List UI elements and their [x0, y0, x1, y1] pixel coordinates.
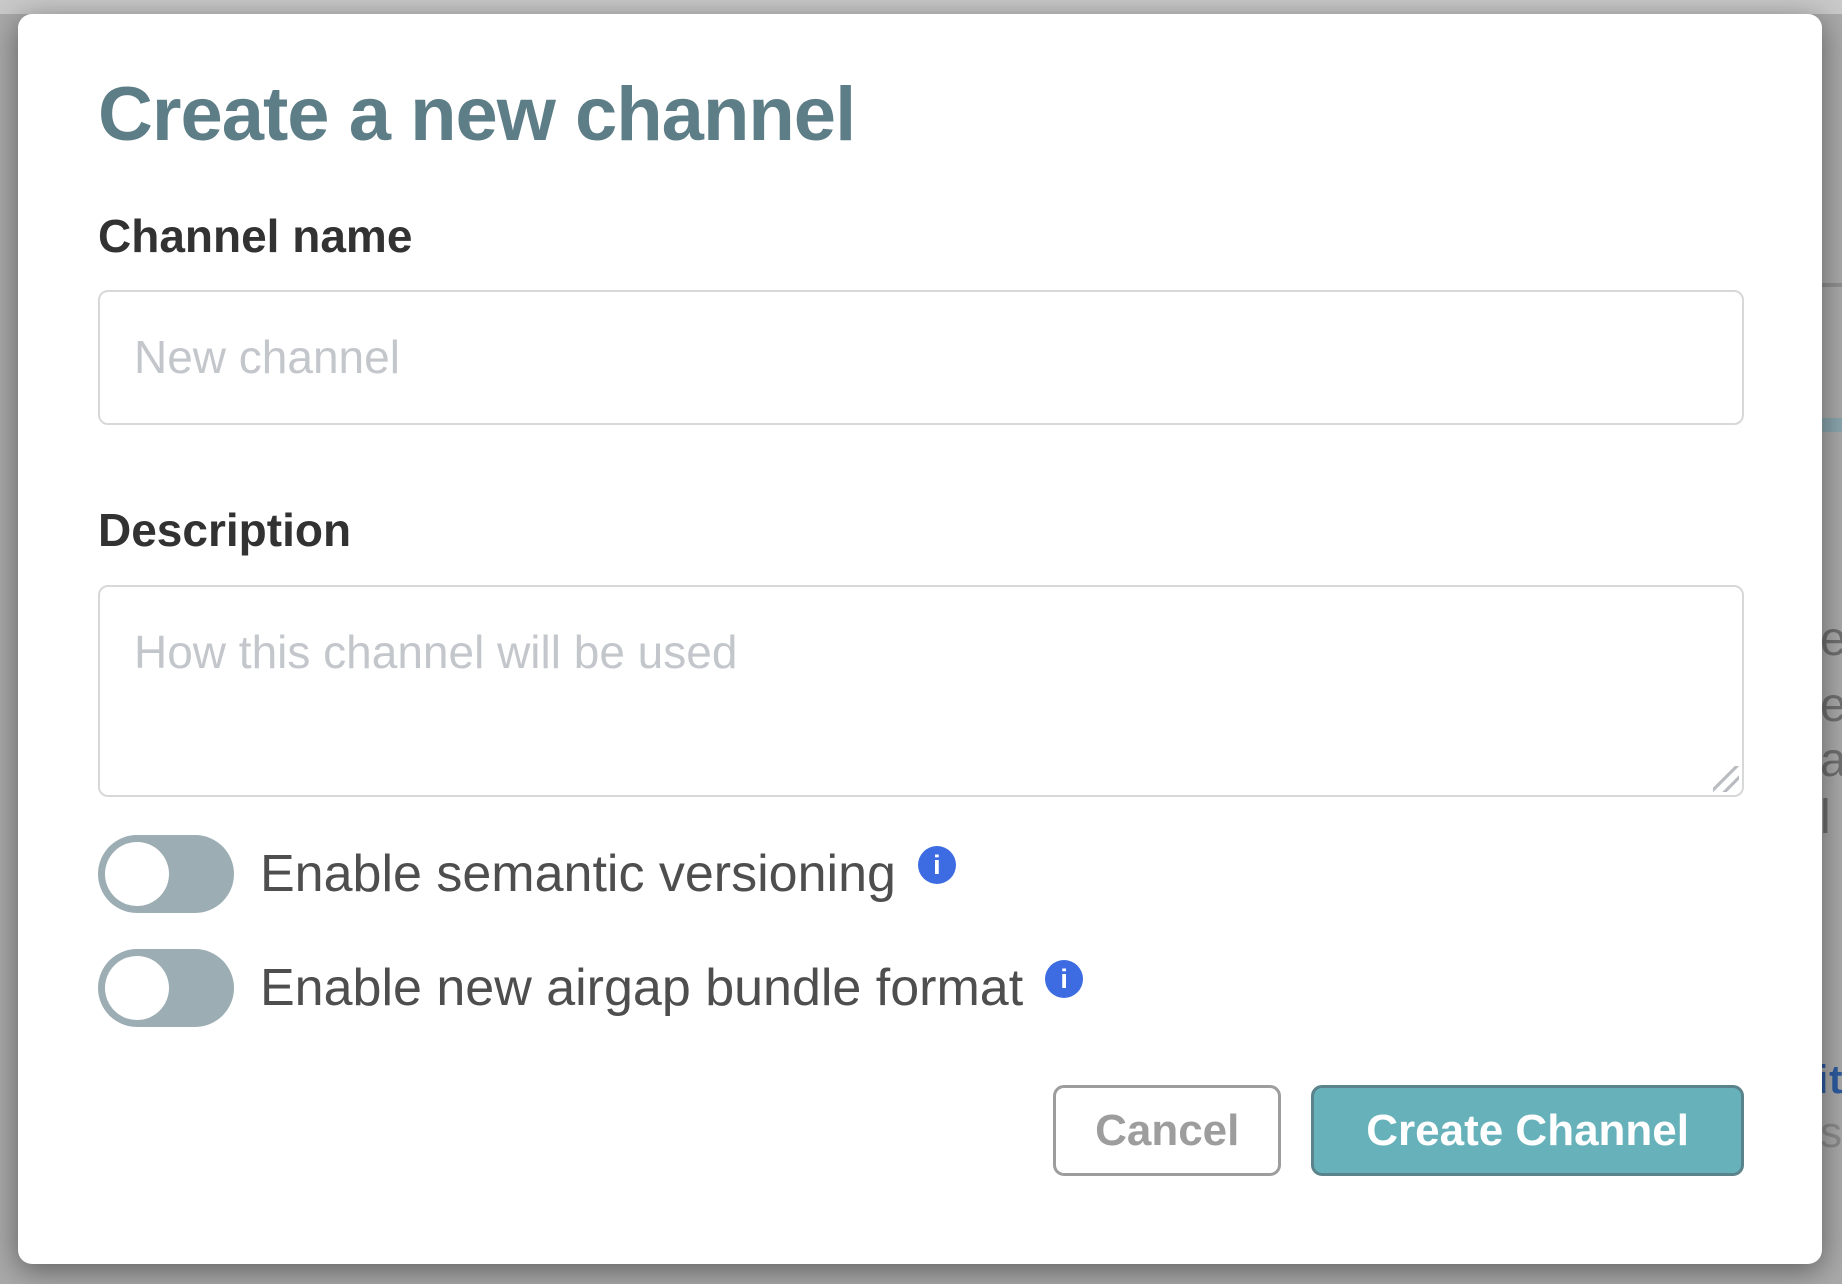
- background-teal-band-fragment: [1820, 418, 1842, 432]
- background-text-fragment: e: [1820, 678, 1842, 733]
- toggle-knob: [105, 956, 169, 1020]
- dimmed-background-top-strip: [0, 0, 1842, 14]
- background-divider-fragment: [1820, 283, 1842, 287]
- description-textarea[interactable]: [98, 585, 1744, 797]
- background-text-fragment: a: [1820, 733, 1842, 788]
- create-channel-modal: Create a new channel Channel name Descri…: [18, 14, 1822, 1264]
- cancel-button[interactable]: Cancel: [1053, 1085, 1281, 1176]
- airgap-bundle-toggle[interactable]: [98, 949, 234, 1027]
- description-label: Description: [98, 505, 1744, 556]
- info-icon[interactable]: i: [918, 846, 956, 884]
- description-field-wrapper: [98, 585, 1744, 797]
- modal-title: Create a new channel: [98, 72, 1744, 157]
- channel-name-label: Channel name: [98, 211, 1744, 262]
- semantic-versioning-row: Enable semantic versioning i: [98, 835, 1744, 913]
- background-text-fragment: s: [1820, 1108, 1842, 1158]
- toggle-knob: [105, 842, 169, 906]
- create-channel-button[interactable]: Create Channel: [1311, 1085, 1744, 1176]
- semantic-versioning-label: Enable semantic versioning: [260, 848, 896, 900]
- modal-footer: Cancel Create Channel: [98, 1085, 1744, 1176]
- info-icon[interactable]: i: [1045, 960, 1083, 998]
- background-text-fragment: e: [1820, 612, 1842, 667]
- airgap-bundle-row: Enable new airgap bundle format i: [98, 949, 1744, 1027]
- airgap-bundle-label: Enable new airgap bundle format: [260, 962, 1023, 1014]
- semantic-versioning-toggle[interactable]: [98, 835, 234, 913]
- channel-name-input[interactable]: [98, 290, 1744, 425]
